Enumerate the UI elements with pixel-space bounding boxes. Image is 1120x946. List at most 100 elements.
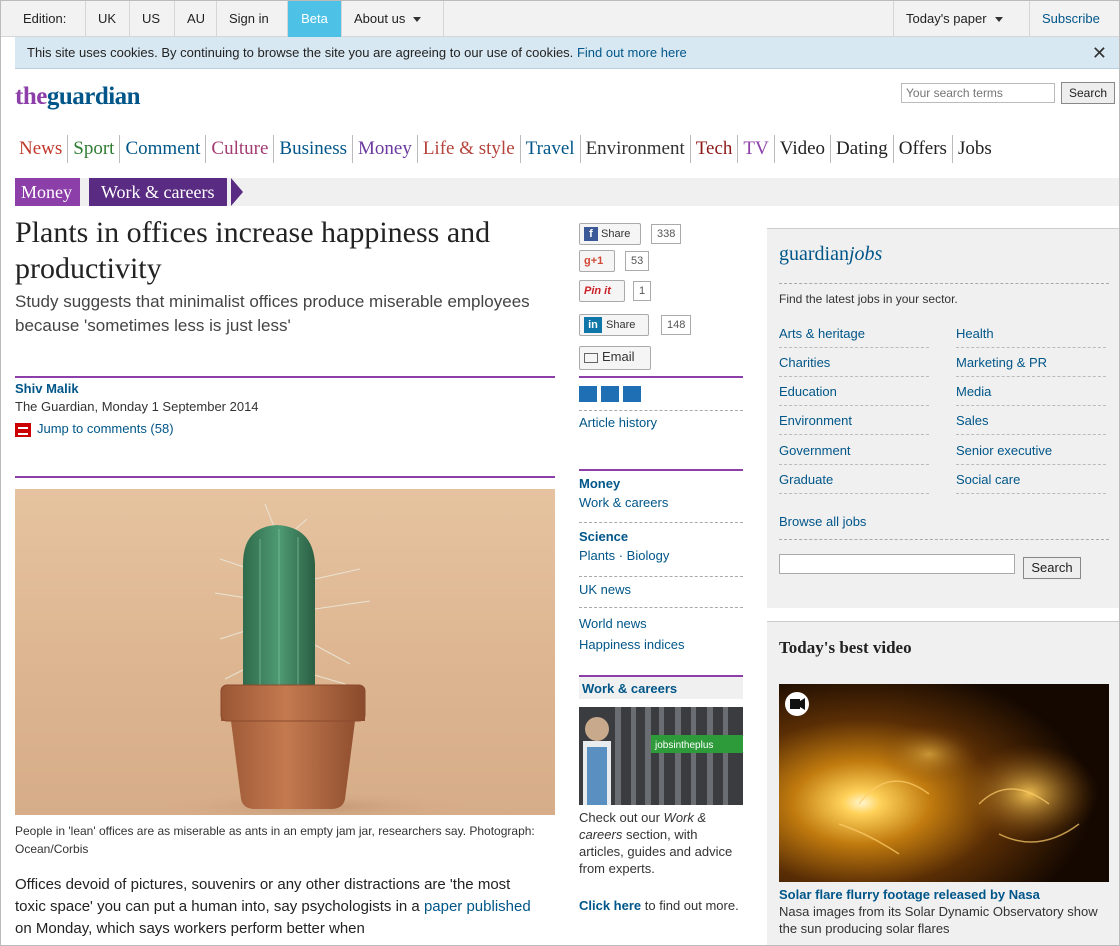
linkedin-share-label: Share <box>606 319 636 331</box>
video-thumbnail[interactable] <box>779 684 1109 882</box>
linkedin-share-button[interactable]: in Share <box>579 314 649 336</box>
cookie-banner: This site uses cookies. By continuing to… <box>15 37 1119 69</box>
nav-item-offers[interactable]: Offers <box>892 135 952 163</box>
nav-item-business[interactable]: Business <box>273 135 352 163</box>
paper-link[interactable]: paper published <box>424 898 531 915</box>
sign-in-link[interactable]: Sign in <box>216 1 281 37</box>
search-button[interactable]: Search <box>1061 82 1115 104</box>
nav-item-news[interactable]: News <box>15 135 67 163</box>
divider <box>579 576 743 577</box>
job-sector-link[interactable]: Environment <box>779 413 852 428</box>
share-icon[interactable] <box>601 386 619 402</box>
job-sector-link[interactable]: Media <box>956 384 991 399</box>
guardian-jobs-logo[interactable]: guardianjobs <box>779 243 882 266</box>
beta-button[interactable]: Beta <box>287 1 341 37</box>
job-sector-link[interactable]: Health <box>956 326 994 341</box>
nav-item-video[interactable]: Video <box>773 135 830 163</box>
related-plants-biology-links[interactable]: Plants · Biology <box>579 548 669 563</box>
breadcrumb-arrow <box>231 178 243 206</box>
nav-item-sport[interactable]: Sport <box>67 135 119 163</box>
gplus-count: 53 <box>625 251 650 271</box>
linkedin-icon: in <box>584 317 602 334</box>
nav-item-tech[interactable]: Tech <box>689 135 738 163</box>
job-sector-link[interactable]: Social care <box>956 472 1020 487</box>
guardian-logo[interactable]: theguardian <box>15 83 141 111</box>
article-dateline: The Guardian, Monday 1 September 2014 <box>15 399 259 414</box>
breadcrumb-money[interactable]: Money <box>15 178 80 206</box>
todays-paper-menu[interactable]: Today's paper <box>893 1 1015 37</box>
jobs-logo-main: guardian <box>779 243 849 265</box>
related-world-news-link[interactable]: World news <box>579 616 647 631</box>
browse-all-jobs-link[interactable]: Browse all jobs <box>779 514 866 529</box>
article-photo <box>15 489 555 815</box>
divider <box>779 283 1109 284</box>
jobs-search-input[interactable] <box>779 554 1015 574</box>
promo-more-text: to find out more. <box>641 898 739 913</box>
video-link[interactable]: Solar flare flurry footage released by N… <box>779 887 1040 902</box>
close-icon[interactable]: ✕ <box>1092 37 1107 69</box>
related-work-careers-link[interactable]: Work & careers <box>579 495 668 510</box>
promo-text: Check out our Work & careers section, wi… <box>579 809 743 877</box>
nav-item-travel[interactable]: Travel <box>519 135 580 163</box>
nav-item-money[interactable]: Money <box>352 135 417 163</box>
promo-image[interactable]: jobsintheplus <box>579 707 743 805</box>
job-sector-link[interactable]: Arts & heritage <box>779 326 865 341</box>
cookie-text: This site uses cookies. By continuing to… <box>27 45 574 60</box>
divider <box>779 434 929 435</box>
article-history-link[interactable]: Article history <box>579 415 657 430</box>
facebook-share-label: Share <box>601 228 631 240</box>
logo-guardian: guardian <box>46 83 141 110</box>
nav-item-culture[interactable]: Culture <box>205 135 273 163</box>
promo-more: Click here to find out more. <box>579 897 743 914</box>
divider <box>779 464 929 465</box>
facebook-share-button[interactable]: f Share <box>579 223 641 245</box>
nav-item-environment[interactable]: Environment <box>579 135 690 163</box>
nav-item-comment[interactable]: Comment <box>119 135 205 163</box>
gplus-label: +1 <box>590 255 604 267</box>
about-us-menu[interactable]: About us <box>341 1 443 37</box>
subscribe-link[interactable]: Subscribe <box>1029 1 1112 37</box>
breadcrumb-work-careers[interactable]: Work & careers <box>89 178 227 206</box>
related-uk-news-link[interactable]: UK news <box>579 582 631 597</box>
divider <box>579 376 743 378</box>
divider <box>956 376 1106 377</box>
search-input[interactable] <box>901 83 1055 103</box>
jobs-search-button[interactable]: Search <box>1023 557 1081 579</box>
main-nav: News Sport Comment Culture Business Money Life… <box>15 135 997 165</box>
job-sector-link[interactable]: Graduate <box>779 472 833 487</box>
article-headline: Plants in offices increase happiness and… <box>15 216 491 285</box>
job-sector-link[interactable]: Marketing & PR <box>956 355 1047 370</box>
edition-au[interactable]: AU <box>174 1 217 37</box>
author-link[interactable]: Shiv Malik <box>15 381 79 396</box>
jump-to-comments-link[interactable]: Jump to comments (58) <box>15 421 174 437</box>
nav-item-dating[interactable]: Dating <box>830 135 893 163</box>
facebook-icon: f <box>584 227 598 242</box>
about-us-label: About us <box>354 11 406 26</box>
cookie-more-link[interactable]: Find out more here <box>577 45 687 60</box>
guardian-page: Edition: UK US AU Sign in Beta About us … <box>0 0 1120 946</box>
related-happiness-link[interactable]: Happiness indices <box>579 637 685 652</box>
nav-item-jobs[interactable]: Jobs <box>951 135 997 163</box>
job-sector-link[interactable]: Government <box>779 443 851 458</box>
promo-heading[interactable]: Work & careers <box>579 675 743 699</box>
edition-us[interactable]: US <box>129 1 172 37</box>
nav-item-life-style[interactable]: Life & style <box>416 135 520 163</box>
gplus-button[interactable]: g+1 <box>579 250 615 272</box>
edition-uk[interactable]: UK <box>85 1 128 37</box>
video-caption: Solar flare flurry footage released by N… <box>779 886 1109 937</box>
promo-click-here-link[interactable]: Click here <box>579 898 641 913</box>
related-money-link[interactable]: Money <box>579 476 620 491</box>
save-icon[interactable] <box>623 386 641 402</box>
related-science-link[interactable]: Science <box>579 529 628 544</box>
divider <box>779 347 929 348</box>
print-icon[interactable] <box>579 386 597 402</box>
nav-item-tv[interactable]: TV <box>737 135 773 163</box>
envelope-icon <box>584 352 598 363</box>
job-sector-link[interactable]: Senior executive <box>956 443 1052 458</box>
job-sector-link[interactable]: Education <box>779 384 837 399</box>
article-standfirst: Study suggests that minimalist offices p… <box>15 292 530 335</box>
email-share-button[interactable]: Email <box>579 346 651 370</box>
pinterest-button[interactable]: Pin it <box>579 280 625 302</box>
job-sector-link[interactable]: Charities <box>779 355 830 370</box>
job-sector-link[interactable]: Sales <box>956 413 989 428</box>
